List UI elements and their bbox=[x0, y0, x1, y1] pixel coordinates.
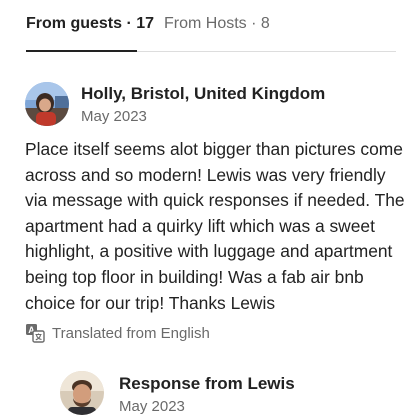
tab-from-guests[interactable]: From guests · 17 bbox=[26, 14, 154, 34]
reviewer-avatar-image bbox=[25, 82, 69, 126]
active-tab-indicator bbox=[26, 50, 137, 52]
host-avatar[interactable] bbox=[60, 371, 104, 415]
tab-from-hosts[interactable]: From Hosts · 8 bbox=[164, 14, 270, 34]
translated-label: Translated from English bbox=[52, 324, 210, 342]
review-tabs: From guests · 17 From Hosts · 8 bbox=[26, 0, 396, 52]
reviewer-name[interactable]: Holly, Bristol, United Kingdom bbox=[81, 83, 325, 105]
review-date: May 2023 bbox=[81, 108, 147, 125]
reviews-panel: From guests · 17 From Hosts · 8 Holly, B… bbox=[0, 0, 420, 420]
response-title: Response from Lewis bbox=[119, 374, 295, 393]
reviewer-avatar[interactable] bbox=[25, 82, 69, 126]
response-date: May 2023 bbox=[119, 398, 185, 415]
translate-icon: A bbox=[26, 324, 45, 343]
review-text: Place itself seems alot bigger than pict… bbox=[25, 139, 405, 313]
host-avatar-image bbox=[60, 371, 104, 415]
translated-note: A Translated from English bbox=[25, 322, 210, 344]
